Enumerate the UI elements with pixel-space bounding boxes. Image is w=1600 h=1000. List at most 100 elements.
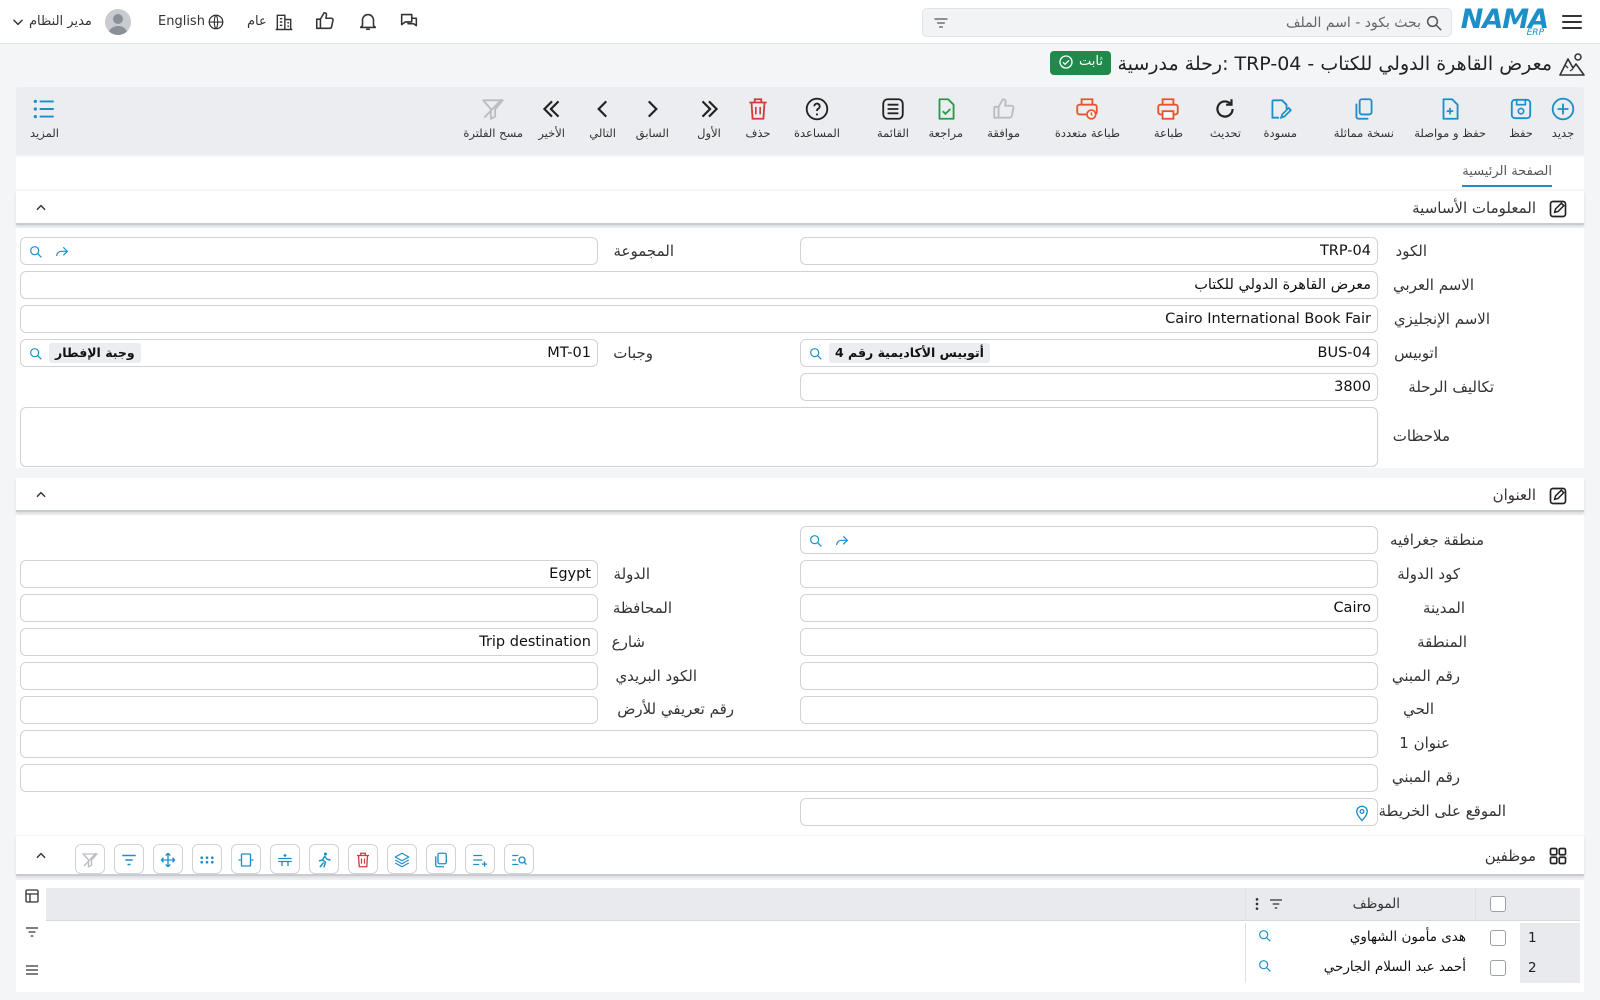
row-checkbox[interactable]	[1490, 960, 1506, 976]
table-row[interactable]: 2 أحمد عبد السلام الجارحي	[46, 953, 1580, 983]
search-refresh-icon[interactable]	[27, 244, 45, 260]
country-code-field[interactable]	[800, 560, 1378, 588]
delete-rows-button[interactable]	[348, 844, 378, 874]
collapse-chevron-icon[interactable]	[34, 849, 48, 863]
table-row[interactable]: 1 هدى مأمون الشهاوي	[46, 923, 1580, 953]
last-button[interactable]: الأخير	[538, 96, 565, 140]
multi-print-button[interactable]: طباعة متعددة	[1055, 96, 1120, 140]
filter-button[interactable]	[114, 844, 144, 874]
delete-button[interactable]: حذف	[745, 96, 771, 140]
open-link-icon[interactable]	[833, 533, 851, 549]
new-button[interactable]: جديد	[1550, 96, 1576, 140]
clear-filter-button[interactable]: مسح الفلترة	[463, 96, 523, 140]
collapse-chevron-icon[interactable]	[34, 201, 48, 215]
street-field[interactable]: Trip destination	[20, 628, 598, 656]
previous-button[interactable]: السابق	[636, 96, 669, 140]
thumbs-up-icon[interactable]	[314, 10, 336, 32]
menu-lines-icon[interactable]	[24, 962, 40, 978]
search-refresh-icon[interactable]	[1256, 958, 1274, 974]
globe-icon[interactable]	[207, 13, 225, 31]
meals-field[interactable]: MT-01 وجبة الإفطار	[20, 339, 598, 367]
first-button[interactable]: الأول	[696, 96, 722, 140]
review-button[interactable]: مراجعة	[928, 96, 963, 140]
street-label: شارع	[611, 633, 645, 651]
duplicate-button[interactable]: نسخة مماثلة	[1334, 96, 1394, 140]
column-menu-icon[interactable]	[1254, 896, 1260, 912]
table-layout-icon[interactable]	[24, 888, 40, 904]
list-button[interactable]: القائمة	[877, 96, 909, 140]
fit-width-button[interactable]	[231, 844, 261, 874]
chevron-down-icon[interactable]	[11, 15, 25, 29]
nama-logo[interactable]: NAMA ERP	[1461, 4, 1549, 40]
row-checkbox[interactable]	[1490, 930, 1506, 946]
country-field[interactable]: Egypt	[20, 560, 598, 588]
tab-main-page[interactable]: الصفحة الرئيسية	[1462, 164, 1552, 187]
branch-label[interactable]: عام	[247, 14, 267, 29]
chat-icon[interactable]	[398, 10, 420, 32]
add-list-button[interactable]	[465, 844, 495, 874]
employees-section-header[interactable]: موظفين	[16, 836, 1584, 876]
save-button[interactable]: حفظ	[1508, 96, 1534, 140]
bus-name-chip: أتوبيس الأكاديمية رقم 4	[829, 343, 990, 363]
area-field[interactable]	[800, 628, 1378, 656]
geo-region-field[interactable]	[800, 526, 1378, 554]
address-section-header[interactable]: العنوان	[16, 478, 1584, 512]
bus-field[interactable]: BUS-04 أتوبيس الأكاديمية رقم 4	[800, 339, 1378, 367]
column-filter-icon[interactable]	[1268, 896, 1284, 912]
map-location-field[interactable]	[800, 798, 1378, 826]
select-all-checkbox[interactable]	[1490, 896, 1506, 912]
map-pin-icon[interactable]	[1353, 803, 1371, 823]
user-icon[interactable]	[105, 9, 131, 35]
open-link-icon[interactable]	[53, 244, 71, 260]
search-refresh-icon[interactable]	[807, 346, 825, 362]
land-id-field[interactable]	[20, 696, 598, 724]
search-list-button[interactable]	[504, 844, 534, 874]
user-name[interactable]: مدير النظام	[29, 14, 92, 29]
dots-grid-button[interactable]	[192, 844, 222, 874]
more-button[interactable]: المزيد	[30, 96, 59, 140]
column-header-employee[interactable]: الموظف	[1353, 896, 1400, 912]
english-name-field[interactable]: Cairo International Book Fair	[20, 305, 1378, 333]
approve-button[interactable]: موافقة	[987, 96, 1020, 140]
search-refresh-icon[interactable]	[1256, 928, 1274, 944]
filter-icon[interactable]	[933, 15, 949, 31]
basic-info-section-header[interactable]: المعلومات الأساسية	[16, 191, 1584, 225]
draft-button[interactable]: مسودة	[1263, 96, 1297, 140]
search-refresh-icon[interactable]	[27, 346, 45, 362]
copy-rows-button[interactable]	[426, 844, 456, 874]
building-icon[interactable]	[274, 12, 294, 32]
district-field[interactable]	[800, 696, 1378, 724]
building-number-2-field[interactable]	[20, 764, 1378, 792]
save-continue-button[interactable]: حفظ و مواصلة	[1414, 96, 1486, 140]
refresh-button[interactable]: تحديث	[1210, 96, 1241, 140]
bell-icon[interactable]	[357, 10, 379, 32]
print-button[interactable]: طباعة	[1154, 96, 1183, 140]
menu-icon[interactable]	[1560, 10, 1584, 34]
status-label: ثابت	[1079, 54, 1103, 69]
move-button[interactable]	[153, 844, 183, 874]
address1-field[interactable]	[20, 730, 1378, 758]
group-field[interactable]	[20, 237, 598, 265]
status-badge: ثابت	[1050, 51, 1111, 75]
layers-icon	[394, 852, 410, 868]
code-field[interactable]: TRP-04	[800, 237, 1378, 265]
city-field[interactable]: Cairo	[800, 594, 1378, 622]
collapse-chevron-icon[interactable]	[34, 488, 48, 502]
trip-cost-field[interactable]: 3800	[800, 373, 1378, 401]
run-button[interactable]	[309, 844, 339, 874]
insert-row-button[interactable]	[270, 844, 300, 874]
search-input[interactable]: بحث بكود - اسم الملف	[922, 8, 1452, 37]
clear-filter-button[interactable]	[75, 844, 105, 874]
postal-code-field[interactable]	[20, 662, 598, 690]
layers-button[interactable]	[387, 844, 417, 874]
filter-icon[interactable]	[24, 924, 40, 940]
building-number-field[interactable]	[800, 662, 1378, 690]
arabic-name-field[interactable]: معرض القاهرة الدولي للكتاب	[20, 271, 1378, 299]
next-button[interactable]: التالي	[589, 96, 616, 140]
language-switch[interactable]: English	[158, 14, 205, 29]
search-refresh-icon[interactable]	[807, 533, 825, 549]
governorate-field[interactable]	[20, 594, 598, 622]
notes-textarea[interactable]	[20, 407, 1378, 467]
help-button[interactable]: المساعدة	[794, 96, 840, 140]
tab-bar: الصفحة الرئيسية	[16, 157, 1584, 189]
